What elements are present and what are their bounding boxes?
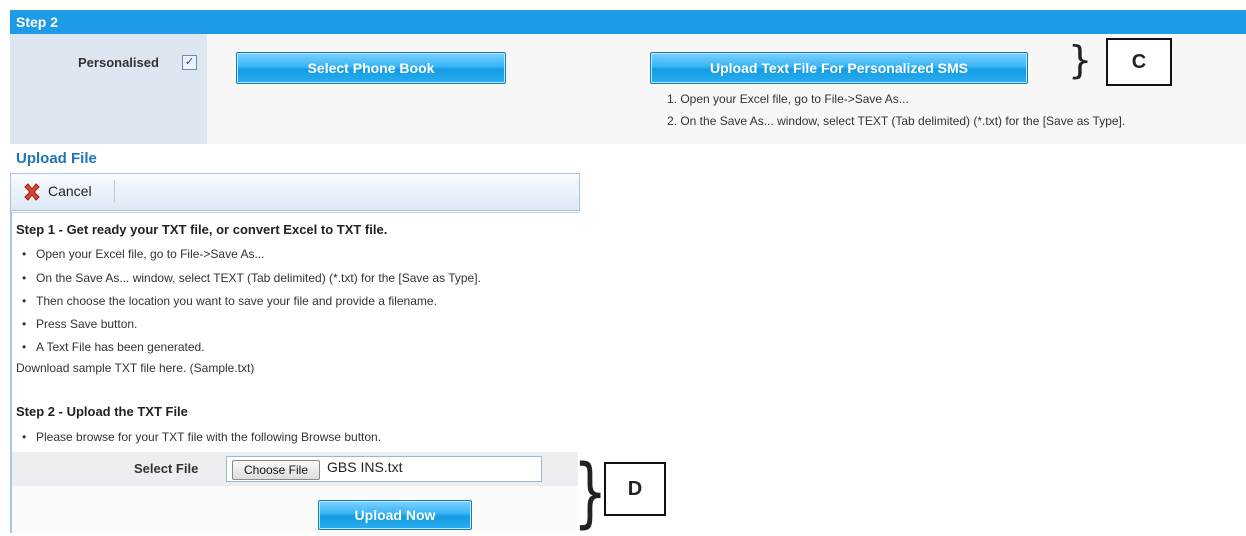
cancel-icon[interactable] [22, 182, 42, 202]
download-sample-link[interactable]: Download sample TXT file here. (Sample.t… [16, 361, 254, 375]
upload-action-row [12, 486, 578, 533]
toolbar-separator [114, 180, 115, 202]
selected-file-name: GBS INS.txt [327, 459, 403, 475]
choose-file-button[interactable]: Choose File [232, 460, 320, 480]
list-item: A Text File has been generated. [16, 340, 205, 354]
step2-header: Step 2 [10, 10, 1246, 34]
step1-heading: Step 1 - Get ready your TXT file, or con… [16, 222, 388, 237]
brace-d-icon: } [573, 447, 608, 536]
cancel-button[interactable]: Cancel [48, 183, 92, 199]
instruction-note-2: 2. On the Save As... window, select TEXT… [667, 114, 1126, 128]
instruction-note-1: 1. Open your Excel file, go to File->Sav… [667, 92, 909, 106]
personalised-checkbox[interactable]: ✓ [182, 55, 197, 70]
step2-upload-heading: Step 2 - Upload the TXT File [16, 404, 188, 419]
list-item: Then choose the location you want to sav… [16, 294, 437, 308]
personalised-label: Personalised [78, 55, 159, 70]
step2-label-column [10, 34, 207, 144]
list-item: On the Save As... window, select TEXT (T… [16, 271, 481, 285]
list-item: Open your Excel file, go to File->Save A… [16, 247, 264, 261]
select-file-label: Select File [134, 461, 199, 476]
upload-text-file-button[interactable]: Upload Text File For Personalized SMS [650, 52, 1028, 84]
callout-d: D [604, 462, 666, 516]
upload-toolbar [10, 173, 580, 211]
select-phone-book-button[interactable]: Select Phone Book [236, 52, 506, 84]
callout-c: C [1106, 38, 1172, 86]
list-item: Please browse for your TXT file with the… [16, 430, 381, 444]
upload-file-title: Upload File [16, 150, 97, 167]
list-item: Press Save button. [16, 317, 137, 331]
upload-now-button[interactable]: Upload Now [318, 500, 472, 530]
brace-c-icon: } [1068, 38, 1093, 82]
